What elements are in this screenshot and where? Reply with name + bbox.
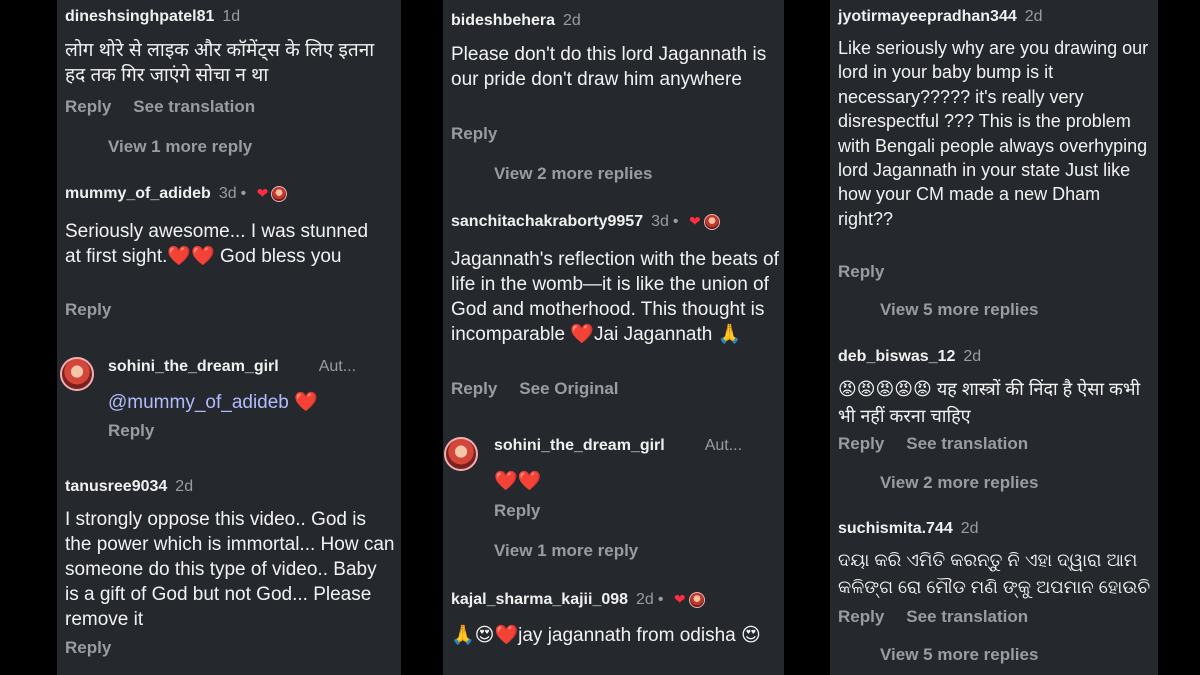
username-text[interactable]: tanusree9034 <box>65 478 167 495</box>
reply-button[interactable]: Reply <box>494 501 540 520</box>
comment-actions: Reply <box>65 300 111 320</box>
reply-text: ❤️❤️ <box>494 471 542 492</box>
heart-icon: ❤ <box>673 591 686 608</box>
reply-button[interactable]: Reply <box>451 124 497 143</box>
comments-panel-left: dineshsinghpatel81 1d लोग थोरे से लाइक और… <box>57 0 401 675</box>
comment-age: 2d <box>636 591 654 608</box>
comment-age: 2d <box>175 478 194 495</box>
avatar[interactable] <box>60 357 94 391</box>
username-text[interactable]: mummy_of_adideb <box>65 185 211 202</box>
comment-username[interactable]: mummy_of_adideb 3d • ❤ <box>65 185 288 203</box>
comment-age: 2d <box>960 520 979 537</box>
separator-dot: • <box>672 213 679 230</box>
reply-text: @mummy_of_adideb ❤️ <box>108 390 388 415</box>
separator-dot: • <box>657 591 664 608</box>
comment-age: 2d <box>563 12 581 29</box>
comment-text: Jagannath's reflection with the beats of… <box>451 249 779 345</box>
view-more-replies-button[interactable]: View 5 more replies <box>880 645 1038 665</box>
comment-text: Seriously awesome... I was stunned at fi… <box>65 221 369 267</box>
comment-text: I strongly oppose this video.. God is th… <box>65 509 395 630</box>
heart-icon: ❤ <box>256 185 269 202</box>
comment-age: 3d <box>218 185 237 202</box>
author-label: Aut... <box>318 358 357 375</box>
creator-avatar-icon <box>703 213 720 230</box>
view-more-replies-button[interactable]: View 2 more replies <box>880 473 1038 493</box>
heart-emoji: ❤️ <box>294 392 318 413</box>
creator-liked-badge: ❤ <box>257 185 288 202</box>
reply-button[interactable]: Reply <box>108 421 154 440</box>
comment-actions: Reply See translation <box>838 607 1028 627</box>
comment-actions: Reply <box>65 638 111 658</box>
comment-username[interactable]: bideshbehera 2d <box>451 12 581 30</box>
comment-actions: Reply <box>494 501 540 521</box>
username-text[interactable]: sohini_the_dream_girl <box>108 358 279 375</box>
author-label: Aut... <box>704 437 743 454</box>
reply-button[interactable]: Reply <box>838 607 884 626</box>
separator-dot: • <box>240 185 247 202</box>
comment-age: 2d <box>1024 8 1043 25</box>
username-text[interactable]: suchismita.744 <box>838 520 953 537</box>
reply-button[interactable]: Reply <box>65 300 111 319</box>
comment-username[interactable]: jyotirmayeepradhan344 2d <box>838 8 1043 26</box>
mention-link[interactable]: @mummy_of_adideb <box>108 392 289 413</box>
comment-age: 1d <box>222 8 241 25</box>
see-translation-button[interactable]: See translation <box>906 607 1028 626</box>
comment-text: 🙏😍❤️jay jagannath from odisha 😍 <box>451 625 761 646</box>
comment-actions: Reply See translation <box>65 97 255 117</box>
username-text[interactable]: dineshsinghpatel81 <box>65 8 214 25</box>
username-text[interactable]: sohini_the_dream_girl <box>494 437 665 454</box>
creator-avatar-icon <box>271 185 288 202</box>
comment-actions: Reply <box>838 262 884 282</box>
creator-liked-badge: ❤ <box>689 213 720 230</box>
username-text[interactable]: sanchitachakraborty9957 <box>451 213 643 230</box>
username-text[interactable]: bideshbehera <box>451 12 555 29</box>
comment-actions: Reply See Original <box>451 379 619 399</box>
comment-username[interactable]: deb_biswas_12 2d <box>838 348 981 366</box>
view-more-replies-button[interactable]: View 1 more reply <box>108 137 252 157</box>
view-more-replies-button[interactable]: View 1 more reply <box>494 541 638 561</box>
comment-actions: Reply <box>108 421 154 441</box>
comment-username[interactable]: dineshsinghpatel81 1d <box>65 8 240 26</box>
reply-button[interactable]: Reply <box>65 97 111 116</box>
comment-text: ଦୟା କରି ଏମିତି କରନ୍ତୁ ନି ଏହା ଦ୍ୱାରା ଆମ କଳ… <box>838 550 1151 597</box>
creator-liked-badge: ❤ <box>674 591 705 608</box>
comment-age: 3d <box>651 213 669 230</box>
comment-username[interactable]: sanchitachakraborty9957 3d • ❤ <box>451 213 720 231</box>
username-text[interactable]: jyotirmayeepradhan344 <box>838 8 1017 25</box>
reply-button[interactable]: Reply <box>838 434 884 453</box>
view-more-replies-button[interactable]: View 5 more replies <box>880 300 1038 320</box>
view-more-replies-button[interactable]: View 2 more replies <box>494 164 652 184</box>
see-translation-button[interactable]: See translation <box>906 434 1028 453</box>
see-original-button[interactable]: See Original <box>519 379 618 398</box>
username-text[interactable]: deb_biswas_12 <box>838 348 955 365</box>
username-text[interactable]: kajal_sharma_kajii_098 <box>451 591 628 608</box>
see-translation-button[interactable]: See translation <box>133 97 255 116</box>
comments-panel-right: jyotirmayeepradhan344 2d Like seriously w… <box>830 0 1158 675</box>
comment-username[interactable]: kajal_sharma_kajii_098 2d • ❤ <box>451 591 705 609</box>
comment-text: 😡😡😡😡😡 यह शास्त्रों की निंदा है ऐसा कभी भ… <box>838 379 1141 426</box>
comment-actions: Reply <box>451 124 497 144</box>
comment-username[interactable]: tanusree9034 2d <box>65 478 193 496</box>
heart-icon: ❤ <box>688 213 701 230</box>
comment-age: 2d <box>963 348 982 365</box>
reply-username[interactable]: sohini_the_dream_girl Aut... <box>108 358 356 376</box>
creator-avatar-icon <box>688 591 705 608</box>
reply-button[interactable]: Reply <box>65 638 111 657</box>
comment-text: Please don't do this lord Jagannath is o… <box>451 44 767 90</box>
comment-text: Like seriously why are you drawing our l… <box>838 38 1149 229</box>
avatar[interactable] <box>444 437 478 471</box>
comment-actions: Reply See translation <box>838 434 1028 454</box>
reply-button[interactable]: Reply <box>451 379 497 398</box>
comments-panel-middle: bideshbehera 2d Please don't do this lord… <box>443 0 784 675</box>
reply-button[interactable]: Reply <box>838 262 884 281</box>
comment-username[interactable]: suchismita.744 2d <box>838 520 979 538</box>
comment-text: लोग थोरे से लाइक और कॉमेंट्स के लिए इतना… <box>65 40 375 86</box>
reply-username[interactable]: sohini_the_dream_girl Aut... <box>494 437 742 455</box>
